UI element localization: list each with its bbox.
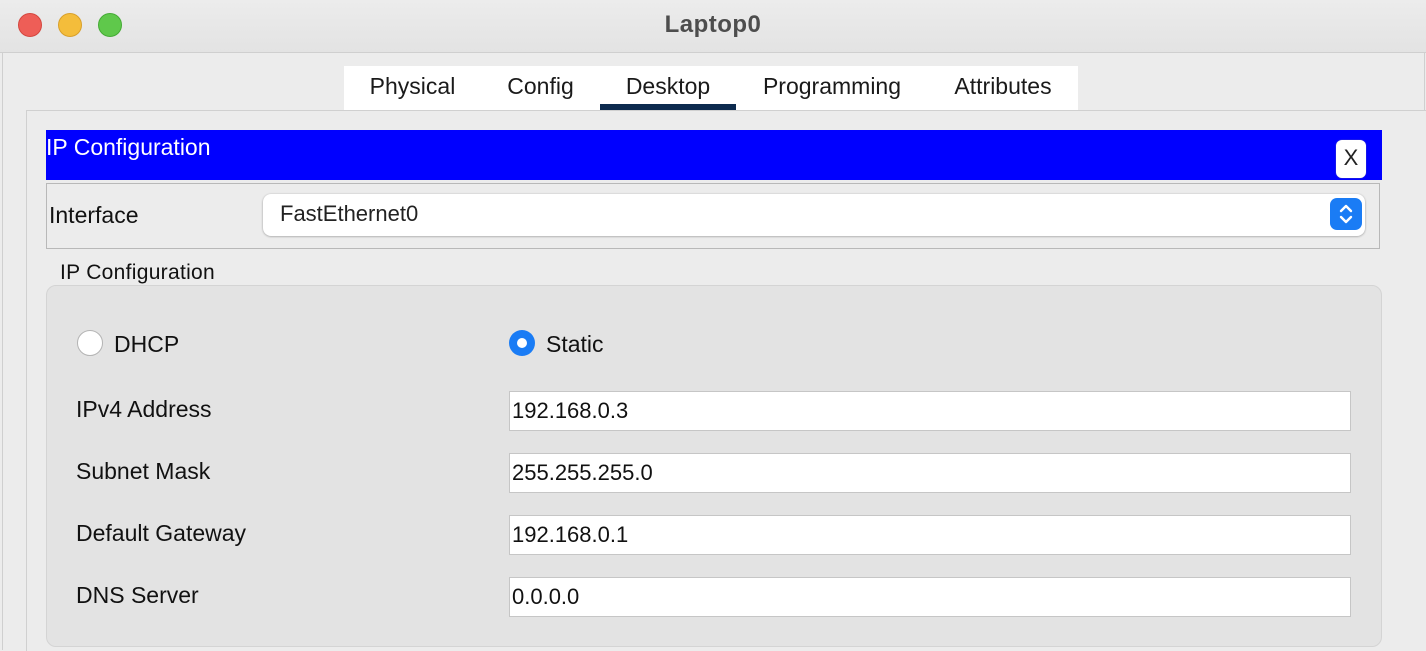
- tab-desktop[interactable]: Desktop: [600, 66, 736, 110]
- ipv4-address-label: IPv4 Address: [76, 396, 212, 422]
- subnet-mask-input[interactable]: [509, 453, 1351, 493]
- tab-config[interactable]: Config: [481, 66, 600, 110]
- interface-row: Interface FastEthernet0: [46, 183, 1380, 249]
- tab-bar: Physical Config Desktop Programming Attr…: [344, 66, 1078, 110]
- dns-server-label: DNS Server: [76, 582, 199, 608]
- default-gateway-input[interactable]: [509, 515, 1351, 555]
- default-gateway-label: Default Gateway: [76, 520, 247, 546]
- static-label: Static: [546, 331, 604, 357]
- static-radio[interactable]: [509, 330, 535, 356]
- select-stepper-icon[interactable]: [1330, 198, 1362, 230]
- tab-attributes[interactable]: Attributes: [928, 66, 1078, 110]
- ipv4-address-input[interactable]: [509, 391, 1351, 431]
- dhcp-radio[interactable]: [77, 330, 103, 356]
- tab-physical[interactable]: Physical: [344, 66, 481, 110]
- tab-programming[interactable]: Programming: [736, 66, 928, 110]
- panel-header: IP Configuration X: [46, 130, 1382, 180]
- interface-selected-value: FastEthernet0: [280, 201, 419, 226]
- close-panel-button[interactable]: X: [1336, 140, 1366, 178]
- window-title: Laptop0: [664, 11, 762, 38]
- interface-select[interactable]: FastEthernet0: [263, 194, 1365, 236]
- panel-title: IP Configuration: [46, 134, 211, 160]
- window-titlebar: Laptop0: [0, 0, 1426, 53]
- subnet-mask-label: Subnet Mask: [76, 458, 211, 484]
- dhcp-label: DHCP: [114, 331, 180, 357]
- ip-config-group-label: IP Configuration: [60, 261, 220, 285]
- dns-server-input[interactable]: [509, 577, 1351, 617]
- interface-label: Interface: [49, 202, 139, 228]
